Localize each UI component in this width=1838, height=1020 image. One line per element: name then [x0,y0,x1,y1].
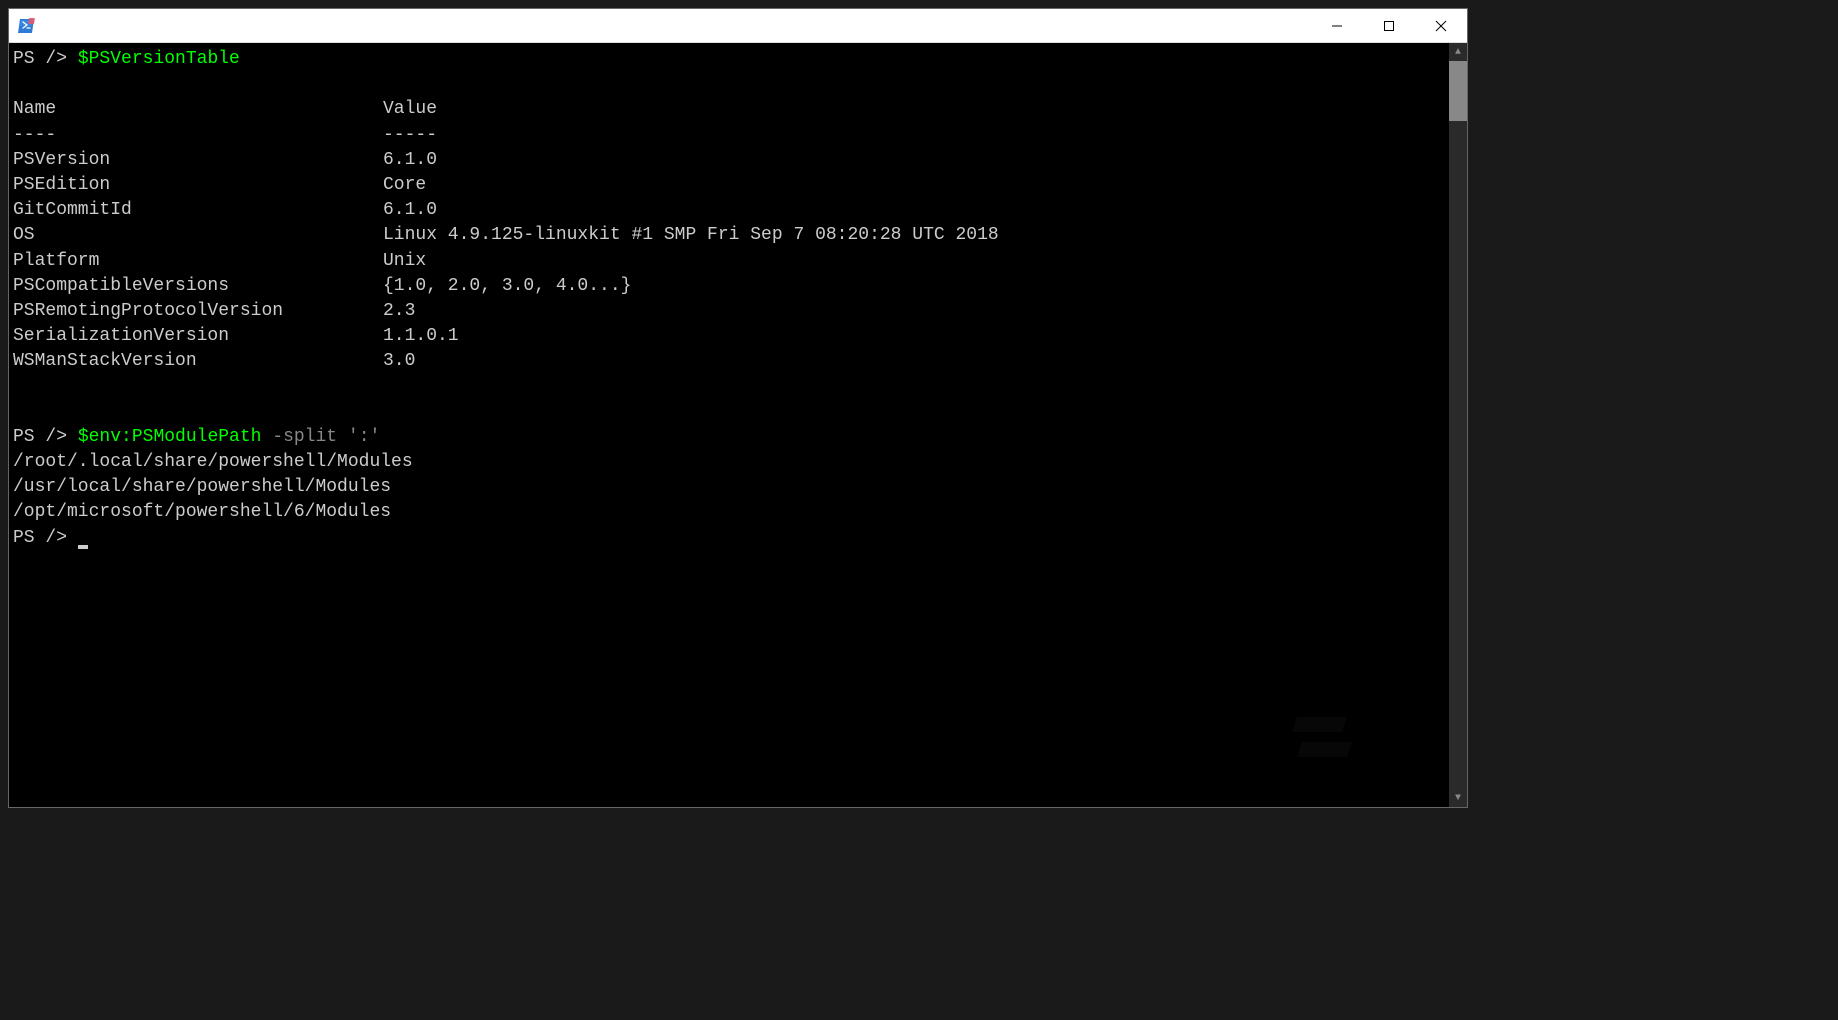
command-1: $PSVersionTable [78,49,240,69]
command-2-arg: ':' [348,427,380,447]
maximize-button[interactable] [1363,9,1415,42]
powershell-icon [17,16,37,36]
property-value: {1.0, 2.0, 3.0, 4.0...} [383,274,1445,299]
table-header-value: Value [383,97,1445,122]
table-header-name: Name [13,97,383,122]
property-name: SerializationVersion [13,324,383,349]
command-2-op: -split [261,427,347,447]
property-value: 6.1.0 [383,148,1445,173]
scroll-thumb[interactable] [1449,61,1467,121]
prompt: PS /> [13,528,67,548]
property-name: PSCompatibleVersions [13,274,383,299]
property-name: PSVersion [13,148,383,173]
table-sep: ---- [13,123,383,148]
property-name: PSEdition [13,173,383,198]
scrollbar[interactable]: ▲ ▼ [1449,43,1467,807]
table-row: PSCompatibleVersions{1.0, 2.0, 3.0, 4.0.… [13,274,1445,299]
property-value: Unix [383,249,1445,274]
property-value: Linux 4.9.125-linuxkit #1 SMP Fri Sep 7 … [383,223,1445,248]
table-row: PSEditionCore [13,173,1445,198]
command-2-var: $env:PSModulePath [78,427,262,447]
prompt: PS /> [13,49,67,69]
minimize-button[interactable] [1311,9,1363,42]
titlebar[interactable] [9,9,1467,43]
terminal-output[interactable]: PS /> $PSVersionTable NameValue---------… [9,43,1449,807]
close-button[interactable] [1415,9,1467,42]
property-name: Platform [13,249,383,274]
scroll-down-icon[interactable]: ▼ [1449,789,1467,807]
module-path: /opt/microsoft/powershell/6/Modules [13,500,1445,525]
property-name: WSManStackVersion [13,349,383,374]
property-name: PSRemotingProtocolVersion [13,299,383,324]
cursor [78,545,88,549]
powershell-window: PS /> $PSVersionTable NameValue---------… [8,8,1468,808]
table-row: SerializationVersion1.1.0.1 [13,324,1445,349]
table-row: PSVersion6.1.0 [13,148,1445,173]
property-name: GitCommitId [13,198,383,223]
module-path: /usr/local/share/powershell/Modules [13,475,1445,500]
property-value: Core [383,173,1445,198]
table-row: PlatformUnix [13,249,1445,274]
property-name: OS [13,223,383,248]
property-value: 3.0 [383,349,1445,374]
module-path: /root/.local/share/powershell/Modules [13,450,1445,475]
table-row: PSRemotingProtocolVersion2.3 [13,299,1445,324]
table-row: GitCommitId6.1.0 [13,198,1445,223]
window-controls [1311,9,1467,42]
scroll-up-icon[interactable]: ▲ [1449,43,1467,61]
property-value: 1.1.0.1 [383,324,1445,349]
watermark-icon [1287,707,1367,767]
table-row: WSManStackVersion3.0 [13,349,1445,374]
table-row: OSLinux 4.9.125-linuxkit #1 SMP Fri Sep … [13,223,1445,248]
property-value: 6.1.0 [383,198,1445,223]
property-value: 2.3 [383,299,1445,324]
prompt: PS /> [13,427,67,447]
table-sep: ----- [383,123,1445,148]
